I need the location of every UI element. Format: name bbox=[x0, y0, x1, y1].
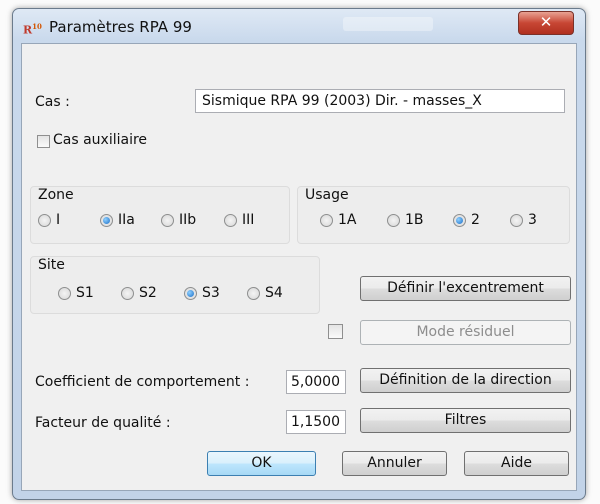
zone-option-iii[interactable]: III bbox=[224, 212, 254, 228]
radio-icon bbox=[38, 213, 51, 227]
site-option-s4[interactable]: S4 bbox=[247, 285, 283, 301]
zone-option-iia[interactable]: IIa bbox=[100, 212, 135, 228]
usage-label: Usage bbox=[305, 187, 349, 203]
facteur-label: Facteur de qualité : bbox=[35, 415, 171, 431]
radio-icon bbox=[247, 286, 260, 300]
dialog-window: R10 Paramètres RPA 99 ✕ Cas : Sismique R… bbox=[12, 8, 586, 500]
radio-icon bbox=[387, 213, 400, 227]
definir-excentrement-button[interactable]: Définir l'excentrement bbox=[360, 276, 571, 301]
radio-icon bbox=[224, 213, 237, 227]
dialog-client-area: Cas : Sismique RPA 99 (2003) Dir. - mass… bbox=[21, 43, 577, 491]
site-group: Site S1 S2 S3 S4 bbox=[30, 256, 320, 314]
usage-group: Usage 1A 1B 2 3 bbox=[297, 186, 570, 244]
cas-auxiliaire-checkbox[interactable] bbox=[37, 135, 50, 148]
zone-label: Zone bbox=[38, 187, 74, 203]
coefficient-label: Coefficient de comportement : bbox=[35, 374, 250, 390]
zone-group: Zone I IIa IIb III bbox=[30, 186, 290, 244]
annuler-button[interactable]: Annuler bbox=[342, 451, 447, 476]
facteur-field[interactable]: 1,1500 bbox=[286, 410, 346, 434]
title-bar-glare bbox=[343, 17, 433, 31]
cas-label: Cas : bbox=[35, 94, 70, 110]
window-title: Paramètres RPA 99 bbox=[49, 18, 192, 36]
ok-button[interactable]: OK bbox=[207, 451, 316, 476]
cas-field[interactable]: Sismique RPA 99 (2003) Dir. - masses_X bbox=[195, 89, 565, 113]
site-option-s3[interactable]: S3 bbox=[184, 285, 220, 301]
usage-option-3[interactable]: 3 bbox=[510, 212, 537, 228]
radio-icon bbox=[58, 286, 71, 300]
radio-icon bbox=[161, 213, 174, 227]
cas-auxiliaire-label: Cas auxiliaire bbox=[53, 132, 148, 148]
aide-button[interactable]: Aide bbox=[464, 451, 569, 476]
radio-selected-icon bbox=[453, 213, 466, 227]
app-icon: R10 bbox=[23, 22, 42, 37]
mode-residuel-checkbox[interactable] bbox=[328, 324, 343, 339]
close-button[interactable]: ✕ bbox=[518, 11, 574, 35]
radio-icon bbox=[510, 213, 523, 227]
site-label: Site bbox=[38, 257, 65, 273]
radio-selected-icon bbox=[100, 213, 113, 227]
radio-icon bbox=[320, 213, 333, 227]
mode-residuel-button[interactable]: Mode résiduel bbox=[360, 320, 571, 345]
usage-option-2[interactable]: 2 bbox=[453, 212, 480, 228]
zone-option-iib[interactable]: IIb bbox=[161, 212, 196, 228]
site-option-s2[interactable]: S2 bbox=[121, 285, 157, 301]
title-bar[interactable]: R10 Paramètres RPA 99 ✕ bbox=[13, 9, 585, 43]
radio-icon bbox=[121, 286, 134, 300]
site-option-s1[interactable]: S1 bbox=[58, 285, 94, 301]
usage-option-1a[interactable]: 1A bbox=[320, 212, 356, 228]
filtres-button[interactable]: Filtres bbox=[360, 408, 571, 433]
definition-direction-button[interactable]: Définition de la direction bbox=[360, 368, 571, 393]
radio-selected-icon bbox=[184, 286, 197, 300]
usage-option-1b[interactable]: 1B bbox=[387, 212, 424, 228]
zone-option-i[interactable]: I bbox=[38, 212, 60, 228]
coefficient-field[interactable]: 5,0000 bbox=[286, 370, 346, 394]
